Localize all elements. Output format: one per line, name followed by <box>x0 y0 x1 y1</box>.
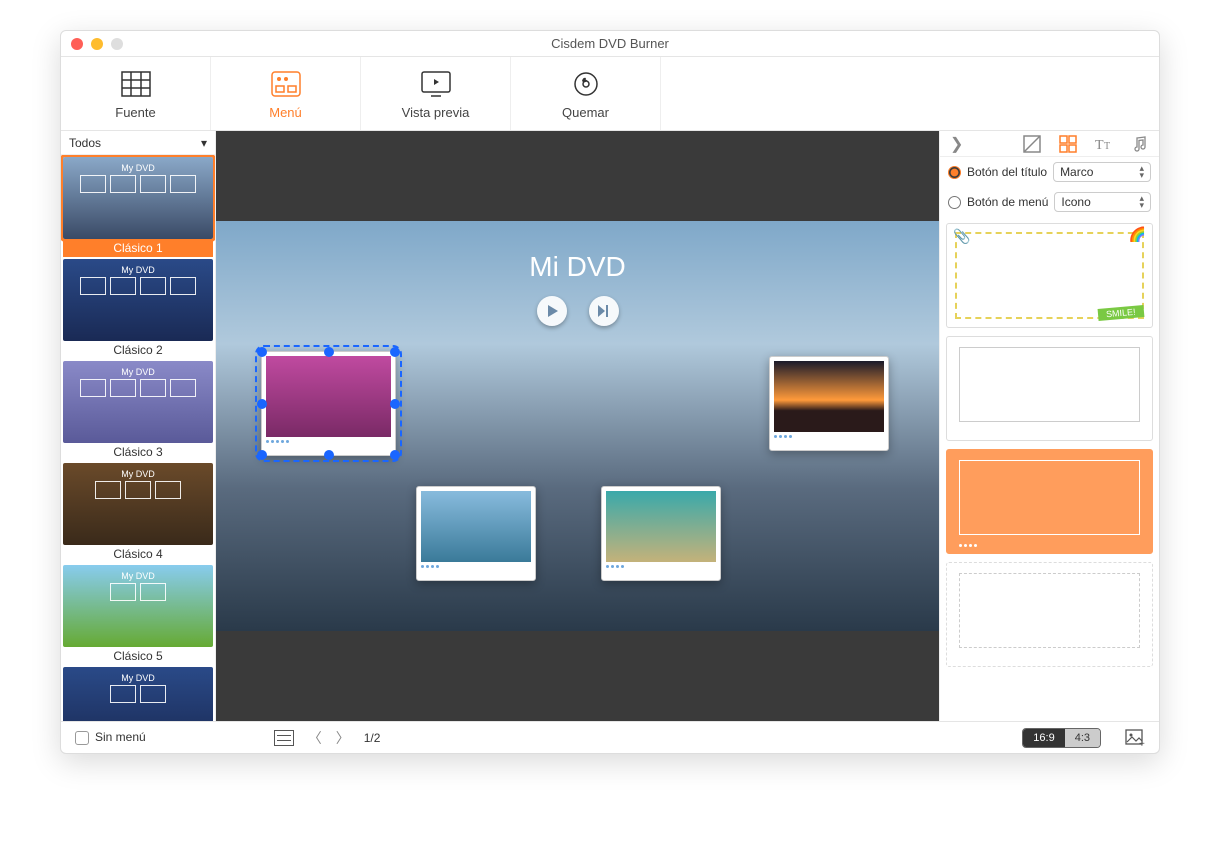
aspect-ratio-toggle: 16:9 4:3 <box>1022 728 1101 748</box>
tab-label: Menú <box>211 105 360 120</box>
svg-text:T: T <box>1095 138 1104 153</box>
zoom-icon[interactable] <box>111 38 123 50</box>
footer: Sin menú 〈〉 1/2 16:9 4:3 + <box>61 721 1159 753</box>
chevron-down-icon: ▾ <box>201 136 207 150</box>
next-button[interactable] <box>589 296 619 326</box>
main-body: Todos ▾ My DVD Clásico 1 My DVD Clásico … <box>61 131 1159 721</box>
next-page-button[interactable]: 〉 <box>336 728 350 748</box>
title-button-label: Botón del título <box>967 165 1047 179</box>
play-controls <box>537 296 619 326</box>
select-arrows-icon: ▴▾ <box>1139 195 1144 209</box>
text-icon[interactable]: TT <box>1095 135 1113 153</box>
svg-text:T: T <box>1104 141 1110 152</box>
tab-burn[interactable]: Quemar <box>511 57 661 130</box>
tab-label: Quemar <box>511 105 660 120</box>
resize-handle[interactable] <box>390 450 400 460</box>
play-button[interactable] <box>537 296 567 326</box>
frame-style-item[interactable] <box>946 336 1153 441</box>
template-filter-dropdown[interactable]: Todos ▾ <box>61 131 215 155</box>
template-name: Clásico 5 <box>63 647 213 665</box>
template-item[interactable]: My DVD Clásico 5 <box>63 565 213 665</box>
panel-toolbar: ❯ TT <box>940 131 1159 157</box>
frame-style-list[interactable]: SMILE! 📎 🌈 <box>940 217 1159 721</box>
tab-source[interactable]: Fuente <box>61 57 211 130</box>
resize-handle[interactable] <box>390 399 400 409</box>
tab-label: Fuente <box>61 105 210 120</box>
resize-handle[interactable] <box>324 347 334 357</box>
main-tabs: Fuente Menú Vista previa Quemar <box>61 57 1159 131</box>
template-item[interactable]: My DVD Clásico 2 <box>63 259 213 359</box>
dvd-title[interactable]: Mi DVD <box>529 251 625 283</box>
film-icon[interactable] <box>274 730 294 746</box>
select-arrows-icon: ▴▾ <box>1139 165 1144 179</box>
template-name: Clásico 3 <box>63 443 213 461</box>
page-indicator: 1/2 <box>364 731 381 745</box>
tab-label: Vista previa <box>361 105 510 120</box>
frame-style-item[interactable] <box>946 562 1153 667</box>
title-button-radio[interactable] <box>948 166 961 179</box>
template-item[interactable]: My DVD <box>63 667 213 721</box>
add-image-icon[interactable]: + <box>1125 729 1145 747</box>
menu-button-select[interactable]: Icono ▴▾ <box>1054 192 1151 212</box>
music-icon[interactable] <box>1131 135 1149 153</box>
no-frame-icon[interactable] <box>1023 135 1041 153</box>
video-frame[interactable] <box>769 356 889 451</box>
svg-text:+: + <box>1139 739 1145 747</box>
window-controls <box>71 38 123 50</box>
filter-label: Todos <box>69 136 101 150</box>
video-frame[interactable] <box>416 486 536 581</box>
minimize-icon[interactable] <box>91 38 103 50</box>
tab-menu[interactable]: Menú <box>211 57 361 130</box>
video-frame[interactable] <box>261 351 396 456</box>
resize-handle[interactable] <box>257 399 267 409</box>
close-icon[interactable] <box>71 38 83 50</box>
resize-handle[interactable] <box>257 450 267 460</box>
frame-grid-icon[interactable] <box>1059 135 1077 153</box>
titlebar: Cisdem DVD Burner <box>61 31 1159 57</box>
collapse-panel-icon[interactable]: ❯ <box>950 134 963 154</box>
template-name: Clásico 4 <box>63 545 213 563</box>
resize-handle[interactable] <box>257 347 267 357</box>
video-frame[interactable] <box>601 486 721 581</box>
menu-button-row: Botón de menú Icono ▴▾ <box>940 187 1159 217</box>
title-button-row: Botón del título Marco ▴▾ <box>940 157 1159 187</box>
resize-handle[interactable] <box>324 450 334 460</box>
properties-panel: ❯ TT Botón del título Marco ▴▾ Botón de … <box>939 131 1159 721</box>
frame-style-item[interactable]: SMILE! 📎 🌈 <box>946 223 1153 328</box>
title-button-select[interactable]: Marco ▴▾ <box>1053 162 1151 182</box>
window-title: Cisdem DVD Burner <box>551 36 669 51</box>
menu-canvas[interactable]: Mi DVD <box>216 221 939 631</box>
template-name: Clásico 1 <box>63 239 213 257</box>
ratio-16-9[interactable]: 16:9 <box>1023 729 1064 747</box>
template-item[interactable]: My DVD Clásico 4 <box>63 463 213 563</box>
template-name: Clásico 2 <box>63 341 213 359</box>
app-window: Cisdem DVD Burner Fuente Menú Vista prev… <box>60 30 1160 754</box>
frame-style-item[interactable] <box>946 449 1153 554</box>
menu-button-label: Botón de menú <box>967 195 1048 209</box>
resize-handle[interactable] <box>390 347 400 357</box>
canvas-area: Mi DVD <box>216 131 939 721</box>
ratio-4-3[interactable]: 4:3 <box>1065 729 1100 747</box>
menu-button-radio[interactable] <box>948 196 961 209</box>
template-item[interactable]: My DVD Clásico 1 <box>63 157 213 257</box>
template-item[interactable]: My DVD Clásico 3 <box>63 361 213 461</box>
no-menu-checkbox[interactable]: Sin menú <box>75 730 146 745</box>
tab-preview[interactable]: Vista previa <box>361 57 511 130</box>
template-sidebar: Todos ▾ My DVD Clásico 1 My DVD Clásico … <box>61 131 216 721</box>
template-list[interactable]: My DVD Clásico 1 My DVD Clásico 2 My DVD… <box>61 155 215 721</box>
prev-page-button[interactable]: 〈 <box>308 728 322 748</box>
